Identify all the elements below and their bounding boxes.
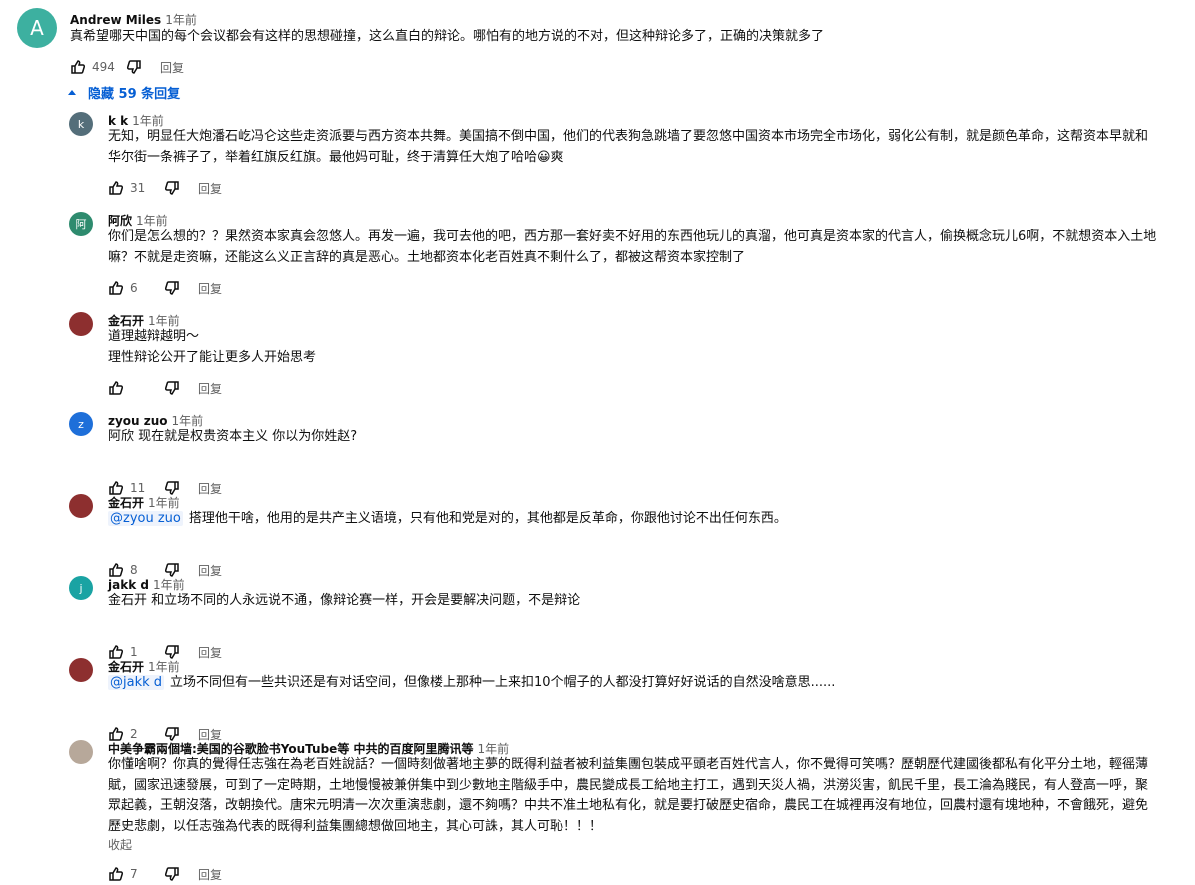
reply-text-line: 道理越辩越明～ bbox=[108, 327, 199, 348]
comment-text: 真希望哪天中国的每个会议都会有这样的思想碰撞，这么直白的辩论。哪怕有的地方说的不… bbox=[70, 29, 825, 44]
reply-text: 无知，明显任大炮潘石屹冯仑这些走资派要与西方资本共舞。美国搞不倒中国，他们的代表… bbox=[108, 129, 1149, 144]
reply-button[interactable]: 回复 bbox=[198, 380, 222, 397]
avatar-letter: j bbox=[79, 581, 83, 595]
reply-author[interactable]: zyou zuo bbox=[108, 414, 168, 428]
reply-avatar[interactable] bbox=[69, 740, 93, 764]
dislike-icon[interactable] bbox=[164, 380, 180, 396]
reply-text-line: 你们是怎么想的？？果然资本家真会忽悠人。再发一遍，我可去他的吧，西方那一套好卖不… bbox=[108, 227, 1156, 248]
hide-replies-label: 隐藏 59 条回复 bbox=[88, 87, 181, 102]
like-icon[interactable] bbox=[108, 866, 124, 882]
reply-button[interactable]: 回复 bbox=[198, 480, 222, 497]
reply-time[interactable]: 1年前 bbox=[136, 214, 168, 228]
like-count: 1 bbox=[130, 645, 138, 659]
reply-time[interactable]: 1年前 bbox=[148, 496, 180, 510]
reply-avatar[interactable]: j bbox=[69, 576, 93, 600]
reply-button[interactable]: 回复 bbox=[198, 280, 222, 297]
reply-author[interactable]: 金石开 bbox=[108, 314, 144, 328]
reply-text-line: 嘛？不就是走资嘛，还能这么义正言辞的真是恶心。土地都资本化老百姓真不剩什么了，都… bbox=[108, 248, 745, 269]
reply-button[interactable]: 回复 bbox=[198, 180, 222, 197]
reply-text-line: @jakk d 立场不同但有一些共识还是有对话空间，但像楼上那种一上来扣10个帽子… bbox=[108, 673, 835, 694]
like-count: 31 bbox=[130, 181, 146, 195]
reply-text-line: 歷史悲劇，以任志強為代表的既得利益集團總想做回地主，其心可誅，其人可恥！！！ bbox=[108, 817, 602, 838]
avatar-letter: k bbox=[77, 117, 85, 131]
reply-text-line: 金石开 和立场不同的人永远说不通，像辩论赛一样，开会是要解决问题，不是辩论 bbox=[108, 591, 580, 612]
avatar-letter: 阿 bbox=[75, 218, 87, 231]
reply-time[interactable]: 1年前 bbox=[172, 414, 204, 428]
reply-text-line: 賦，國家迅速發展，可到了一定時期，土地慢慢被兼併集中到少數地主階級手中，農民變成… bbox=[108, 776, 1148, 797]
reply-actions: 回复 bbox=[108, 380, 222, 396]
reply-text: 金石开 和立场不同的人永远说不通，像辩论赛一样，开会是要解决问题，不是辩论 bbox=[108, 593, 581, 608]
like-icon[interactable] bbox=[108, 380, 124, 396]
dislike-icon[interactable] bbox=[164, 280, 180, 296]
reply-text-line: 无知，明显任大炮潘石屹冯仑这些走资派要与西方资本共舞。美国搞不倒中国，他们的代表… bbox=[108, 127, 1148, 148]
reply-avatar[interactable] bbox=[69, 494, 93, 518]
mention-link[interactable]: @jakk d bbox=[108, 675, 165, 690]
comment-header: Andrew Miles 1年前 bbox=[70, 11, 197, 28]
reply-actions: 7 回复 bbox=[108, 866, 222, 882]
reply-author[interactable]: 阿欣 bbox=[108, 214, 132, 228]
reply-button[interactable]: 回复 bbox=[198, 562, 222, 579]
reply-text: 理性辩论公开了能让更多人开始思考 bbox=[108, 349, 317, 365]
reply-actions: 6 回复 bbox=[108, 280, 222, 296]
reply-avatar[interactable] bbox=[69, 658, 93, 682]
reply-text-line: 华尔街一条裤子了，举着红旗反红旗。最他妈可耻，终于清算任大炮了哈哈😀爽 bbox=[108, 148, 564, 169]
reply-avatar[interactable]: z bbox=[69, 412, 93, 436]
reply-avatar[interactable]: 阿 bbox=[69, 212, 93, 236]
reply-author[interactable]: k k bbox=[108, 114, 128, 128]
hide-replies-button[interactable]: 隐藏 59 条回复 bbox=[68, 83, 180, 102]
like-icon[interactable] bbox=[108, 180, 124, 196]
dislike-icon[interactable] bbox=[126, 59, 142, 75]
reply-text: 你懂啥啊？你真的覺得任志強在為老百姓說話？一個時刻做著地主夢的既得利益者被利益集… bbox=[108, 757, 1149, 772]
reply-time[interactable]: 1年前 bbox=[153, 578, 185, 592]
reply-text-line: @zyou zuo 搭理他干啥，他用的是共产主义语境，只有他和党是对的，其他都是反… bbox=[108, 509, 787, 530]
collapse-button[interactable]: 收起 bbox=[108, 836, 132, 853]
reply-avatar[interactable] bbox=[69, 312, 93, 336]
reply-text: 华尔街一条裤子了，举着红旗反红旗。最他妈可耻，终于清算任大炮了哈哈😀爽 bbox=[108, 149, 564, 165]
reply-time[interactable]: 1年前 bbox=[148, 314, 180, 328]
avatar[interactable]: A bbox=[17, 8, 57, 48]
reply-text: 搭理他干啥，他用的是共产主义语境，只有他和党是对的，其他都是反革命，你跟他讨论不… bbox=[188, 511, 787, 526]
like-icon[interactable] bbox=[108, 280, 124, 296]
reply-author[interactable]: 金石开 bbox=[108, 660, 144, 674]
reply-author[interactable]: 中美争霸兩個墙:美国的谷歌脸书YouTube等 中共的百度阿里腾讯等 bbox=[108, 742, 474, 756]
reply-text: 你们是怎么想的？？果然资本家真会忽悠人。再发一遍，我可去他的吧，西方那一套好卖不… bbox=[108, 229, 1157, 244]
like-count: 494 bbox=[92, 60, 115, 74]
reply-button[interactable]: 回复 bbox=[198, 644, 222, 661]
dislike-icon[interactable] bbox=[164, 180, 180, 196]
reply-time[interactable]: 1年前 bbox=[148, 660, 180, 674]
like-count: 8 bbox=[130, 563, 138, 577]
like-count: 11 bbox=[130, 481, 146, 495]
mention-link[interactable]: @zyou zuo bbox=[108, 511, 183, 526]
reply-text: 嘛？不就是走资嘛，还能这么义正言辞的真是恶心。土地都资本化老百姓真不剩什么了，都… bbox=[108, 249, 746, 265]
comment-author[interactable]: Andrew Miles bbox=[70, 13, 161, 27]
reply-button[interactable]: 回复 bbox=[160, 59, 184, 76]
reply-text: 賦，國家迅速發展，可到了一定時期，土地慢慢被兼併集中到少數地主階級手中，農民變成… bbox=[108, 777, 1149, 793]
avatar-letter: z bbox=[78, 417, 84, 431]
reply-text: 立场不同但有一些共识还是有对话空间，但像楼上那种一上来扣10个帽子的人都没打算好… bbox=[170, 675, 836, 690]
reply-time[interactable]: 1年前 bbox=[132, 114, 164, 128]
reply-time[interactable]: 1年前 bbox=[478, 742, 510, 756]
reply-text-line: 理性辩论公开了能让更多人开始思考 bbox=[108, 348, 316, 369]
reply-text: 眾起義，王朝沒落，改朝換代。唐宋元明清一次次重演悲劇，還不夠嗎？中共不准土地私有… bbox=[108, 798, 1149, 813]
chevron-up-icon bbox=[68, 90, 76, 95]
comment-time[interactable]: 1年前 bbox=[165, 13, 197, 27]
dislike-icon[interactable] bbox=[164, 866, 180, 882]
reply-avatar[interactable]: k bbox=[69, 112, 93, 136]
reply-text-line: 眾起義，王朝沒落，改朝換代。唐宋元明清一次次重演悲劇，還不夠嗎？中共不准土地私有… bbox=[108, 796, 1148, 817]
reply-text: 道理越辩越明～ bbox=[108, 329, 200, 344]
like-count: 7 bbox=[130, 867, 138, 881]
reply-text-line: 阿欣 现在就是权贵资本主义 你以为你姓赵? bbox=[108, 427, 357, 448]
reply-button[interactable]: 回复 bbox=[198, 866, 222, 883]
reply-text: 歷史悲劇，以任志強為代表的既得利益集團總想做回地主，其心可誅，其人可恥！！！ bbox=[108, 818, 603, 834]
like-count: 6 bbox=[130, 281, 138, 295]
like-icon[interactable] bbox=[70, 59, 86, 75]
reply-author[interactable]: 金石开 bbox=[108, 496, 144, 510]
reply-text-line: 你懂啥啊？你真的覺得任志強在為老百姓說話？一個時刻做著地主夢的既得利益者被利益集… bbox=[108, 755, 1148, 776]
reply-author[interactable]: jakk d bbox=[108, 578, 149, 592]
reply-actions: 31 回复 bbox=[108, 180, 222, 196]
reply-text: 阿欣 现在就是权贵资本主义 你以为你姓赵? bbox=[108, 429, 358, 444]
comment-actions: 494 回复 bbox=[70, 59, 184, 75]
like-count: 2 bbox=[130, 727, 138, 741]
